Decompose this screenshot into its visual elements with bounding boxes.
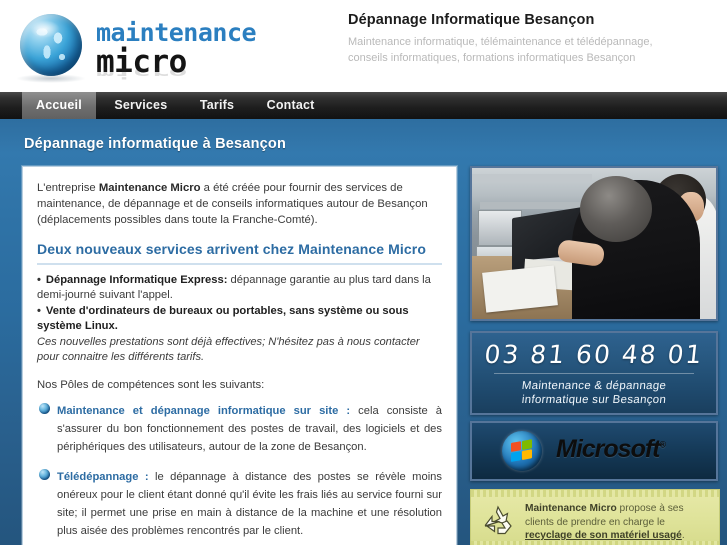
page-title: Dépannage Informatique Besançon (348, 12, 595, 28)
competence-title[interactable]: Maintenance et dépannage informatique su… (57, 405, 350, 417)
recycling-text-2: . (681, 530, 685, 541)
header-text-block: Dépannage Informatique Besançon Maintena… (348, 12, 718, 66)
nav-item-contact[interactable]: Contact (253, 92, 329, 119)
banner-title: Dépannage informatique à Besançon (24, 136, 287, 152)
logo-reflection: micro (96, 64, 187, 81)
microsoft-partner-panel: Microsoft® (470, 421, 718, 481)
main-content-panel: L'entreprise Maintenance Micro a été cré… (22, 166, 457, 545)
competence-title[interactable]: Télédépannage : (57, 471, 149, 483)
news-bullet-0-strong: Dépannage Informatique Express: (45, 274, 228, 286)
section-subheading: Deux nouveaux services arrivent chez Mai… (37, 241, 426, 257)
phone-tagline-line2: informatique sur Besançon (521, 394, 667, 406)
news-bullet-1-strong: Vente d'ordinateurs de bureaux ou portab… (37, 305, 409, 332)
intro-company-name: Maintenance Micro (98, 182, 201, 194)
microsoft-label: Microsoft® (556, 435, 667, 463)
header-subtitle-line1: Maintenance informatique, télémaintenanc… (348, 36, 653, 48)
header-subtitle: Maintenance informatique, télémaintenanc… (348, 34, 718, 66)
web-page: maintenance micro micro Dépannage Inform… (0, 0, 727, 545)
technicians-photo (470, 166, 718, 321)
main-navigation: Accueil Services Tarifs Contact (0, 92, 727, 119)
globe-shine (30, 20, 60, 38)
nav-items: Accueil Services Tarifs Contact (22, 92, 329, 119)
intro-pre: L'entreprise (37, 182, 99, 194)
recycling-icon (484, 505, 512, 535)
sidebar: 03 81 60 48 01 Maintenance & dépannage i… (470, 166, 720, 545)
site-header: maintenance micro micro Dépannage Inform… (0, 0, 727, 92)
logo-word-maintenance: maintenance (96, 18, 257, 47)
recycling-panel: Maintenance Micro propose à ses clients … (470, 489, 720, 545)
nav-item-accueil[interactable]: Accueil (22, 92, 96, 119)
phone-panel: 03 81 60 48 01 Maintenance & dépannage i… (470, 331, 718, 415)
recycling-text: Maintenance Micro propose à ses clients … (525, 502, 711, 543)
header-subtitle-line2: conseils informatiques, formations infor… (348, 52, 636, 64)
italic-note: Ces nouvelles prestations sont déjà effe… (37, 336, 420, 363)
competence-item-teledepannage: Télédépannage : le dépannage à distance … (37, 467, 442, 539)
nav-item-tarifs[interactable]: Tarifs (186, 92, 248, 119)
globe-shadow (16, 74, 86, 83)
nav-item-services[interactable]: Services (100, 92, 181, 119)
section-divider (37, 263, 442, 265)
globe-icon (20, 14, 82, 76)
microsoft-trademark: ® (659, 439, 667, 450)
globe-bullet-icon (39, 469, 50, 480)
competences-lead: Nos Pôles de compétences sont les suivan… (37, 379, 265, 391)
competence-item-sur-site: Maintenance et dépannage informatique su… (37, 401, 442, 455)
list-item: Dépannage Informatique Express: dépannag… (37, 273, 442, 303)
list-item: Vente d'ordinateurs de bureaux ou portab… (37, 304, 442, 334)
intro-paragraph: L'entreprise Maintenance Micro a été cré… (37, 180, 442, 228)
recycling-link[interactable]: recyclage de son matériel usagé (525, 530, 682, 541)
phone-divider (494, 373, 694, 374)
phone-tagline-line1: Maintenance & dépannage (521, 380, 667, 392)
globe-bullet-icon (39, 403, 50, 414)
microsoft-windows-logo (502, 431, 542, 471)
phone-number[interactable]: 03 81 60 48 01 (472, 340, 716, 369)
site-logo[interactable]: maintenance micro micro (14, 8, 276, 86)
news-bullet-list: Dépannage Informatique Express: dépannag… (37, 273, 442, 334)
recycling-company: Maintenance Micro (525, 503, 617, 514)
